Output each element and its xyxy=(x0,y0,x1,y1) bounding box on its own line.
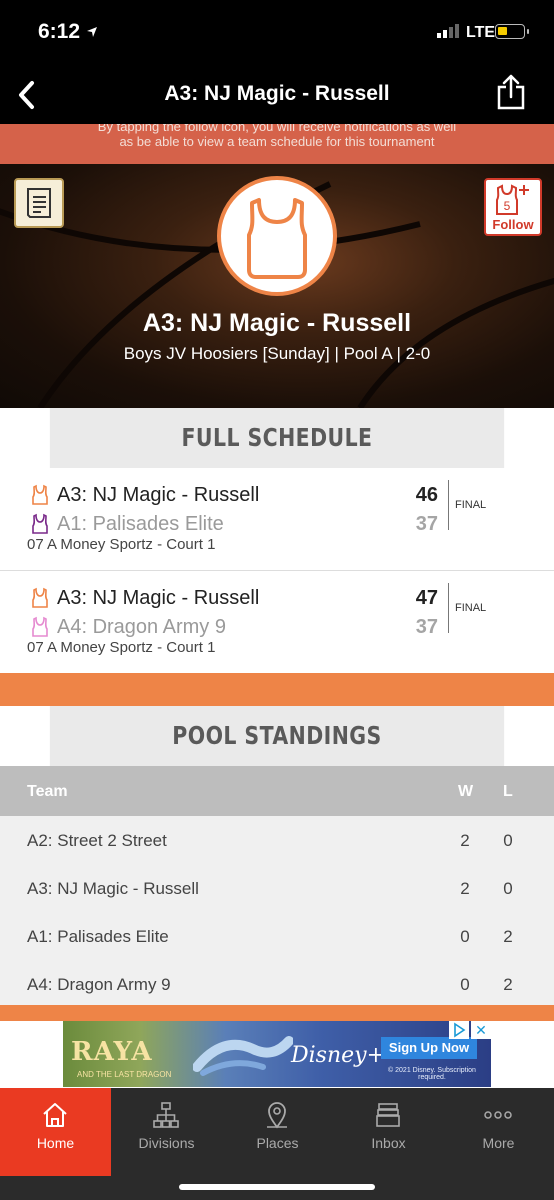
ad-service: Disney+ xyxy=(291,1043,386,1068)
standings-row[interactable]: A1: Palisades Elite 0 2 xyxy=(0,912,554,961)
home-indicator xyxy=(179,1184,375,1190)
standings-wins: 0 xyxy=(460,927,470,946)
away-team-score: 37 xyxy=(415,616,438,638)
game-row[interactable]: A3: NJ Magic - Russell 46 A1: Palisades … xyxy=(0,468,554,571)
more-dots-icon xyxy=(484,1111,512,1119)
tab-home[interactable]: Home xyxy=(0,1088,111,1176)
away-team-score: 37 xyxy=(415,513,438,535)
jersey-icon xyxy=(32,484,48,505)
standings-wins: 0 xyxy=(460,975,470,994)
ad-copyright: © 2021 Disney. Subscription required. xyxy=(388,1067,476,1081)
tab-label: More xyxy=(482,1135,515,1151)
battery-icon xyxy=(495,24,529,39)
ad-close-button[interactable]: ✕ xyxy=(471,1021,491,1039)
jersey-icon xyxy=(32,587,48,608)
away-team-name: A4: Dragon Army 9 xyxy=(57,616,226,638)
ad-choices-icon[interactable] xyxy=(449,1021,469,1039)
tab-divisions[interactable]: Divisions xyxy=(111,1088,222,1176)
follow-badge: 5 xyxy=(504,199,511,213)
banner-line-1: By tapping the follow icon, you will rec… xyxy=(97,124,457,134)
notes-button[interactable] xyxy=(14,178,64,228)
follow-info-banner: By tapping the follow icon, you will rec… xyxy=(0,124,554,164)
standings-team: A1: Palisades Elite xyxy=(27,927,169,946)
status-time: 6:12 xyxy=(38,20,81,43)
hierarchy-icon xyxy=(153,1102,179,1128)
section-divider xyxy=(0,1005,554,1021)
standings-row[interactable]: A3: NJ Magic - Russell 2 0 xyxy=(0,864,554,913)
jersey-icon xyxy=(32,616,48,637)
standings-losses: 0 xyxy=(503,879,513,898)
ad-brand: RAYA xyxy=(71,1037,153,1067)
map-pin-icon xyxy=(267,1102,287,1129)
follow-jersey-icon: 5 xyxy=(496,184,529,215)
standings-losses: 2 xyxy=(503,927,513,946)
location-arrow-icon xyxy=(87,27,97,37)
network-label: LTE xyxy=(466,24,496,41)
game-status: FINAL xyxy=(455,602,487,614)
jersey-icon xyxy=(32,513,48,534)
standings-row[interactable]: A4: Dragon Army 9 0 2 xyxy=(0,960,554,1009)
tab-label: Inbox xyxy=(371,1135,406,1151)
standings-losses: 2 xyxy=(503,975,513,994)
home-icon xyxy=(43,1103,67,1127)
game-venue: 07 A Money Sportz - Court 1 xyxy=(27,536,216,553)
divider xyxy=(448,480,449,530)
standings-wins: 2 xyxy=(460,879,470,898)
tab-more[interactable]: More xyxy=(443,1088,554,1176)
standings-team: A4: Dragon Army 9 xyxy=(27,975,171,994)
divider xyxy=(448,583,449,633)
nav-title: A3: NJ Magic - Russell xyxy=(164,82,390,105)
standings-heading: POOL STANDINGS xyxy=(49,706,505,766)
home-team-score: 47 xyxy=(415,587,438,609)
standings-wins: 2 xyxy=(460,831,470,850)
standings-team: A3: NJ Magic - Russell xyxy=(27,879,199,898)
team-logo xyxy=(217,176,337,296)
game-status: FINAL xyxy=(455,499,487,511)
column-team: Team xyxy=(27,783,68,800)
share-icon[interactable] xyxy=(496,74,526,110)
home-team-name: A3: NJ Magic - Russell xyxy=(57,587,260,609)
notes-icon xyxy=(27,188,51,218)
standings-row[interactable]: A2: Street 2 Street 2 0 xyxy=(0,816,554,865)
follow-label: Follow xyxy=(492,217,534,232)
ad-brand-sub: AND THE LAST DRAGON xyxy=(77,1070,172,1079)
game-venue: 07 A Money Sportz - Court 1 xyxy=(27,639,216,656)
standings-losses: 0 xyxy=(503,831,513,850)
column-wins: W xyxy=(458,783,474,800)
inbox-icon xyxy=(376,1103,400,1127)
section-divider xyxy=(0,673,554,706)
home-team-name: A3: NJ Magic - Russell xyxy=(57,484,260,506)
standings-team: A2: Street 2 Street xyxy=(27,831,167,850)
jersey-icon xyxy=(247,198,307,279)
tab-places[interactable]: Places xyxy=(222,1088,333,1176)
banner-line-2: as be able to view a team schedule for t… xyxy=(119,134,435,149)
schedule-heading: FULL SCHEDULE xyxy=(49,408,505,468)
away-team-name: A1: Palisades Elite xyxy=(57,513,224,535)
game-row[interactable]: A3: NJ Magic - Russell 47 A4: Dragon Arm… xyxy=(0,571,554,674)
ad-banner[interactable]: RAYA AND THE LAST DRAGON Disney+ Sign Up… xyxy=(63,1021,491,1087)
home-team-score: 46 xyxy=(415,484,438,506)
dragon-illustration xyxy=(193,1036,293,1076)
standings-header-row: Team W L xyxy=(0,766,554,816)
ad-signup-button[interactable]: Sign Up Now xyxy=(381,1037,477,1059)
tab-label: Home xyxy=(36,1135,75,1151)
tab-label: Places xyxy=(256,1135,299,1151)
team-title: A3: NJ Magic - Russell xyxy=(142,309,412,337)
signal-icon xyxy=(437,24,459,38)
column-losses: L xyxy=(503,783,513,800)
tab-inbox[interactable]: Inbox xyxy=(333,1088,444,1176)
team-subtitle: Boys JV Hoosiers [Sunday] | Pool A | 2-0 xyxy=(123,344,431,363)
tab-label: Divisions xyxy=(138,1135,195,1151)
